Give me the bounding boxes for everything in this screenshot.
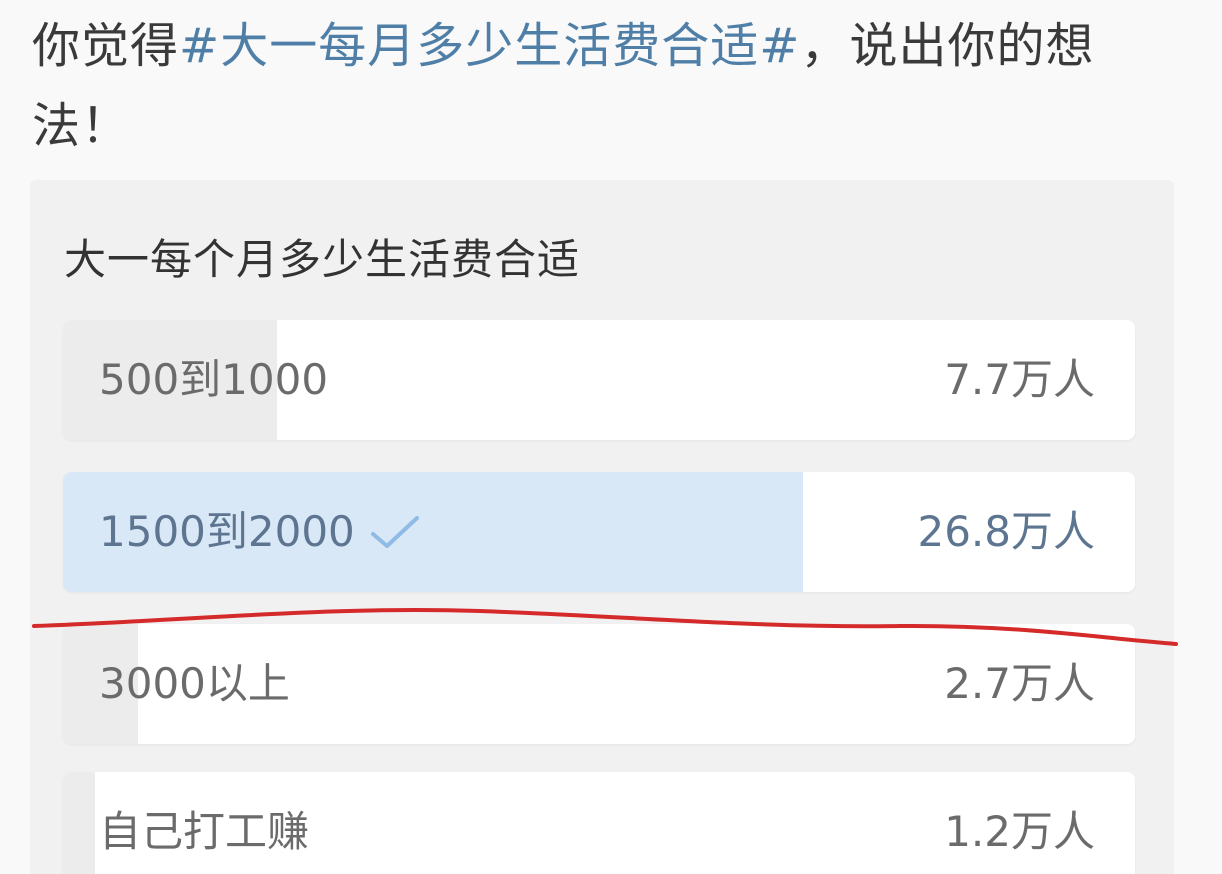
poll-option-label: 自己打工赚 [99, 807, 310, 856]
poll-option-2[interactable]: 1500到2000 26.8万人 [63, 472, 1135, 592]
hashtag-link[interactable]: #大一每月多少生活费合适# [179, 18, 800, 74]
poll-title: 大一每个月多少生活费合适 [64, 235, 581, 284]
poll-option-count: 7.7万人 [944, 355, 1095, 404]
poll-option-label-wrap: 1500到2000 [99, 472, 421, 592]
poll-option-label: 1500到2000 [99, 507, 355, 556]
poll-option-count: 2.7万人 [944, 659, 1095, 708]
poll-option-1[interactable]: 500到1000 7.7万人 [63, 320, 1135, 440]
poll-option-fill [63, 772, 96, 874]
post-text: 你觉得#大一每月多少生活费合适#，说出你的想法！ [32, 6, 1172, 166]
poll-option-label: 3000以上 [99, 659, 290, 708]
poll-option-4[interactable]: 自己打工赚 1.2万人 [63, 772, 1135, 874]
post-prefix: 你觉得 [32, 18, 180, 74]
check-icon [370, 516, 419, 548]
page: 你觉得#大一每月多少生活费合适#，说出你的想法！ 大一每个月多少生活费合适 50… [0, 0, 1222, 874]
poll-option-count: 26.8万人 [917, 507, 1095, 556]
poll-option-3[interactable]: 3000以上 2.7万人 [63, 624, 1135, 744]
poll-option-label: 500到1000 [99, 355, 329, 404]
poll-card: 大一每个月多少生活费合适 500到1000 7.7万人 1500到2000 26… [30, 180, 1174, 874]
poll-option-count: 1.2万人 [944, 807, 1095, 856]
